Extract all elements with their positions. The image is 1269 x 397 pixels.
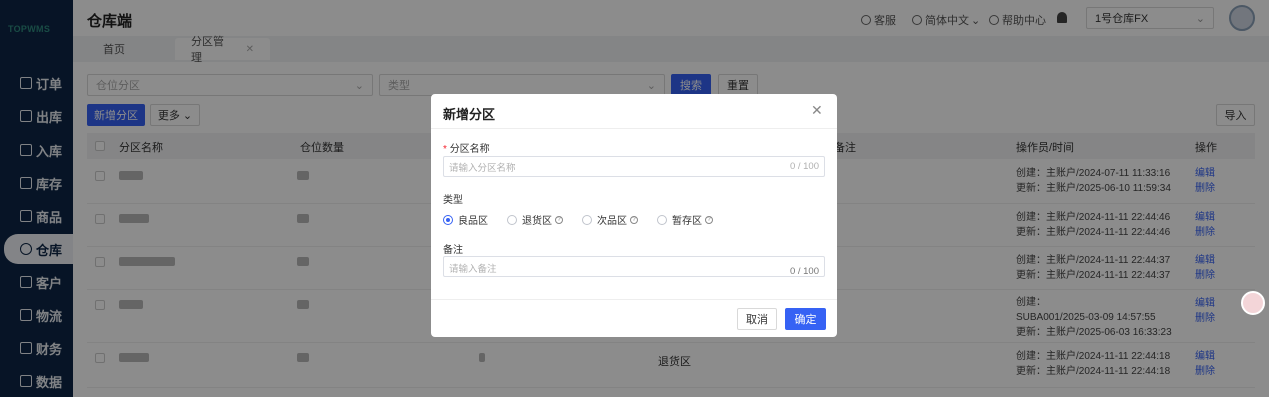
divider	[431, 128, 837, 129]
type-radio-staging[interactable]: 暂存区?	[657, 212, 713, 227]
divider	[431, 299, 837, 300]
char-counter: 0 / 100	[789, 266, 819, 277]
zone-name-input[interactable]: 请输入分区名称 0 / 100	[443, 156, 825, 177]
radio-checked-icon	[443, 214, 453, 225]
cancel-button[interactable]: 取消	[737, 308, 777, 330]
assistant-bubble-icon[interactable]	[1241, 291, 1265, 315]
radio-icon	[657, 214, 667, 225]
dialog-title: 新增分区	[443, 107, 496, 122]
radio-icon	[582, 214, 592, 225]
help-icon[interactable]: ?	[630, 215, 638, 224]
help-icon[interactable]: ?	[555, 215, 563, 224]
required-mark: *	[443, 144, 447, 155]
type-radio-return[interactable]: 退货区?	[507, 212, 563, 227]
remark-textarea[interactable]: 请输入备注 0 / 100	[443, 256, 825, 277]
add-zone-dialog: 新增分区 ✕ * 分区名称 请输入分区名称 0 / 100 类型 良品区 退货区?…	[431, 94, 837, 337]
char-counter: 0 / 100	[789, 161, 819, 172]
zone-name-label: * 分区名称	[443, 144, 490, 155]
close-icon[interactable]: ✕	[811, 102, 823, 119]
type-radio-good[interactable]: 良品区	[443, 212, 488, 227]
radio-icon	[507, 214, 517, 225]
confirm-button[interactable]: 确定	[785, 308, 826, 330]
remark-label: 备注	[443, 245, 463, 256]
type-label: 类型	[443, 195, 463, 206]
help-icon[interactable]: ?	[705, 215, 713, 224]
type-radio-defective[interactable]: 次品区?	[582, 212, 638, 227]
